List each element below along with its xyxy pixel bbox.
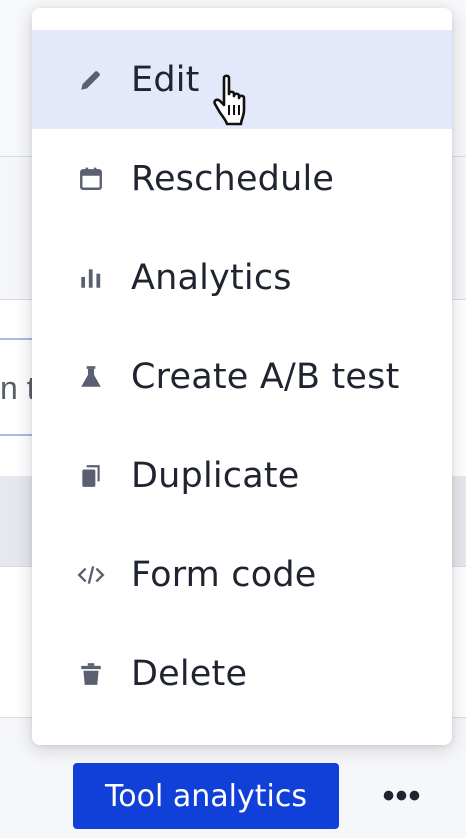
more-options-button[interactable]: ••• xyxy=(378,772,426,820)
menu-item-label: Reschedule xyxy=(131,158,335,199)
pencil-icon xyxy=(76,65,106,95)
background-input-text: n t xyxy=(0,370,36,406)
menu-item-duplicate[interactable]: Duplicate xyxy=(32,426,452,525)
menu-item-analytics[interactable]: Analytics xyxy=(32,228,452,327)
tool-analytics-button[interactable]: Tool analytics xyxy=(73,763,339,829)
bar-chart-icon xyxy=(76,263,106,293)
code-icon xyxy=(76,560,106,590)
menu-item-create-ab-test[interactable]: Create A/B test xyxy=(32,327,452,426)
flask-icon xyxy=(76,362,106,392)
menu-item-label: Duplicate xyxy=(131,455,300,496)
menu-item-label: Create A/B test xyxy=(131,356,400,397)
menu-item-form-code[interactable]: Form code xyxy=(32,525,452,624)
copy-icon xyxy=(76,461,106,491)
menu-item-label: Delete xyxy=(131,653,248,694)
menu-item-reschedule[interactable]: Reschedule xyxy=(32,129,452,228)
menu-item-label: Form code xyxy=(131,554,317,595)
menu-item-label: Analytics xyxy=(131,257,292,298)
trash-icon xyxy=(76,659,106,689)
menu-item-label: Edit xyxy=(131,59,200,100)
hand-cursor-icon xyxy=(213,74,246,126)
calendar-icon xyxy=(76,164,106,194)
menu-item-delete[interactable]: Delete xyxy=(32,624,452,723)
